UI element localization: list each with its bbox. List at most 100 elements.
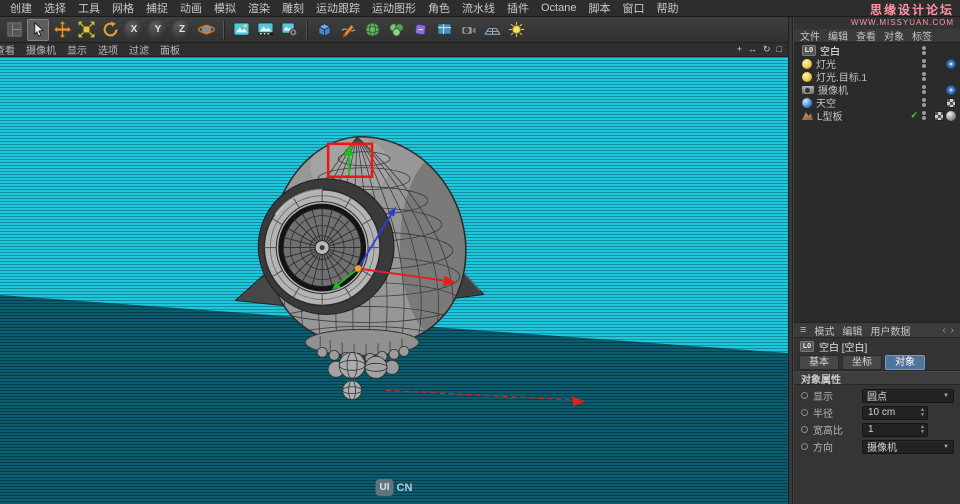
- visibility-dots[interactable]: [922, 72, 926, 81]
- select-tool-icon[interactable]: [27, 18, 49, 41]
- menu-item[interactable]: 动画: [174, 0, 208, 17]
- menu-item[interactable]: 雕刻: [276, 0, 310, 17]
- stepper-down-icon: ▼: [920, 428, 925, 435]
- menu-item[interactable]: 渲染: [242, 0, 276, 17]
- menu-item[interactable]: 模拟: [208, 0, 242, 17]
- render-picture-viewer-icon[interactable]: [254, 19, 276, 41]
- keyframe-circle[interactable]: [801, 443, 808, 450]
- keyframe-circle[interactable]: [801, 392, 808, 399]
- visibility-dots[interactable]: [922, 59, 926, 68]
- coordinate-system-icon[interactable]: [195, 19, 217, 41]
- object-properties: 显示 圆点 ▼ 半径 10 cm ▲ ▼ 宽高比 1 ▲ ▼ 方向 摄像机 ▼: [794, 385, 960, 457]
- history-forward-icon[interactable]: ›: [951, 325, 954, 336]
- layout-icon[interactable]: [3, 19, 25, 41]
- move-tool-icon[interactable]: [51, 19, 73, 41]
- target-tag[interactable]: [946, 84, 956, 95]
- om-menu-item[interactable]: 查看: [856, 28, 876, 43]
- viewport-menu-item[interactable]: 过滤: [129, 43, 149, 56]
- menu-item[interactable]: 窗口: [616, 0, 650, 17]
- menu-item[interactable]: 创建: [4, 0, 38, 17]
- engine-turbine[interactable]: [257, 178, 395, 315]
- visibility-dots[interactable]: [922, 98, 926, 107]
- keyframe-circle[interactable]: [801, 426, 808, 433]
- camera-icon[interactable]: [457, 19, 479, 41]
- aspect-ratio-input[interactable]: 1 ▲ ▼: [862, 422, 928, 437]
- om-menu-item[interactable]: 标签: [912, 28, 932, 43]
- viewport-menu-item[interactable]: 选项: [98, 43, 118, 56]
- orientation-dropdown[interactable]: 摄像机 ▼: [862, 439, 954, 454]
- visibility-dots[interactable]: [922, 85, 926, 94]
- viewport-menu-item[interactable]: 显示: [67, 43, 87, 56]
- target-tag[interactable]: [946, 58, 956, 69]
- am-tab-mode[interactable]: 模式: [814, 323, 834, 338]
- attribute-object-title: L0 空白 [空白]: [794, 338, 960, 354]
- light-icon[interactable]: [505, 19, 527, 41]
- texture-tag[interactable]: [934, 110, 944, 121]
- menu-item[interactable]: 运动跟踪: [310, 0, 366, 17]
- pan-view-icon[interactable]: +: [737, 44, 742, 55]
- visibility-dots[interactable]: [922, 111, 926, 120]
- null-object-icon: L0: [802, 45, 816, 56]
- landing-spheres[interactable]: [327, 351, 400, 401]
- om-menu-item[interactable]: 文件: [800, 28, 820, 43]
- render-settings-icon[interactable]: [278, 19, 300, 41]
- property-row: 显示 圆点 ▼: [794, 387, 960, 404]
- display-dropdown[interactable]: 圆点 ▼: [862, 388, 954, 403]
- menu-item[interactable]: 流水线: [456, 0, 501, 17]
- radius-input[interactable]: 10 cm ▲ ▼: [862, 405, 928, 420]
- tag-column: [930, 110, 956, 121]
- menu-item[interactable]: 网格: [106, 0, 140, 17]
- stepper-arrows[interactable]: ▲ ▼: [920, 408, 925, 417]
- deformer-icon[interactable]: [409, 19, 431, 41]
- enabled-check-icon[interactable]: ✓: [910, 110, 918, 121]
- menu-item[interactable]: 运动图形: [366, 0, 422, 17]
- menu-item[interactable]: 选择: [38, 0, 72, 17]
- am-tab-userdata[interactable]: 用户数据: [870, 323, 910, 338]
- scale-tool-icon[interactable]: [75, 19, 97, 41]
- environment-icon[interactable]: [481, 19, 503, 41]
- visibility-dots[interactable]: [922, 46, 926, 55]
- panel-filler: [794, 457, 960, 504]
- spline-pen-icon[interactable]: [337, 19, 359, 41]
- object-row[interactable]: L型板 ✓: [794, 109, 960, 123]
- menu-item[interactable]: 插件: [501, 0, 535, 17]
- menu-item[interactable]: Octane: [535, 1, 582, 15]
- z-axis-toggle[interactable]: Z: [172, 19, 192, 40]
- render-view-icon[interactable]: [230, 19, 252, 41]
- rotate-tool-icon[interactable]: [99, 19, 121, 41]
- y-axis-toggle[interactable]: Y: [148, 19, 168, 40]
- site-watermark: 思缘设计论坛 WWW.MISSYUAN.COM: [851, 1, 954, 27]
- menu-item[interactable]: 捕捉: [140, 0, 174, 17]
- scene-window-icon[interactable]: [433, 19, 455, 41]
- tab-object[interactable]: 对象: [885, 354, 925, 370]
- tag-column: [930, 84, 956, 95]
- toggle-view-icon[interactable]: □: [777, 44, 782, 55]
- history-back-icon[interactable]: ‹: [942, 325, 945, 336]
- modeling-objects-icon[interactable]: [385, 19, 407, 41]
- scene-3d[interactable]: [0, 57, 788, 504]
- menu-item[interactable]: 角色: [422, 0, 456, 17]
- texture-tag[interactable]: [946, 97, 956, 108]
- cube-primitive-icon[interactable]: [313, 19, 335, 41]
- menu-item[interactable]: 脚本: [582, 0, 616, 17]
- menu-item[interactable]: 帮助: [650, 0, 684, 17]
- am-tab-edit[interactable]: 编辑: [842, 323, 862, 338]
- tab-coordinates[interactable]: 坐标: [842, 354, 882, 370]
- subdivision-surface-icon[interactable]: [361, 19, 383, 41]
- burger-menu-icon[interactable]: ≡: [800, 324, 806, 336]
- menu-item[interactable]: 工具: [72, 0, 106, 17]
- keyframe-circle[interactable]: [801, 409, 808, 416]
- stepper-arrows[interactable]: ▲ ▼: [920, 425, 925, 434]
- viewport-menu-item[interactable]: 摄像机: [26, 43, 56, 56]
- x-axis-toggle[interactable]: X: [124, 19, 144, 40]
- om-menu-item[interactable]: 编辑: [828, 28, 848, 43]
- zoom-view-icon[interactable]: ↔: [748, 44, 757, 55]
- input-value: 1: [868, 424, 874, 435]
- viewport[interactable]: UI CN: [0, 57, 788, 504]
- phong-tag[interactable]: [946, 110, 956, 121]
- viewport-menu-item[interactable]: 面板: [160, 43, 180, 56]
- om-menu-item[interactable]: 对象: [884, 28, 904, 43]
- tab-basic[interactable]: 基本: [799, 354, 839, 370]
- rotate-view-icon[interactable]: ↻: [763, 44, 771, 55]
- viewport-menu-item[interactable]: 查看: [0, 43, 15, 56]
